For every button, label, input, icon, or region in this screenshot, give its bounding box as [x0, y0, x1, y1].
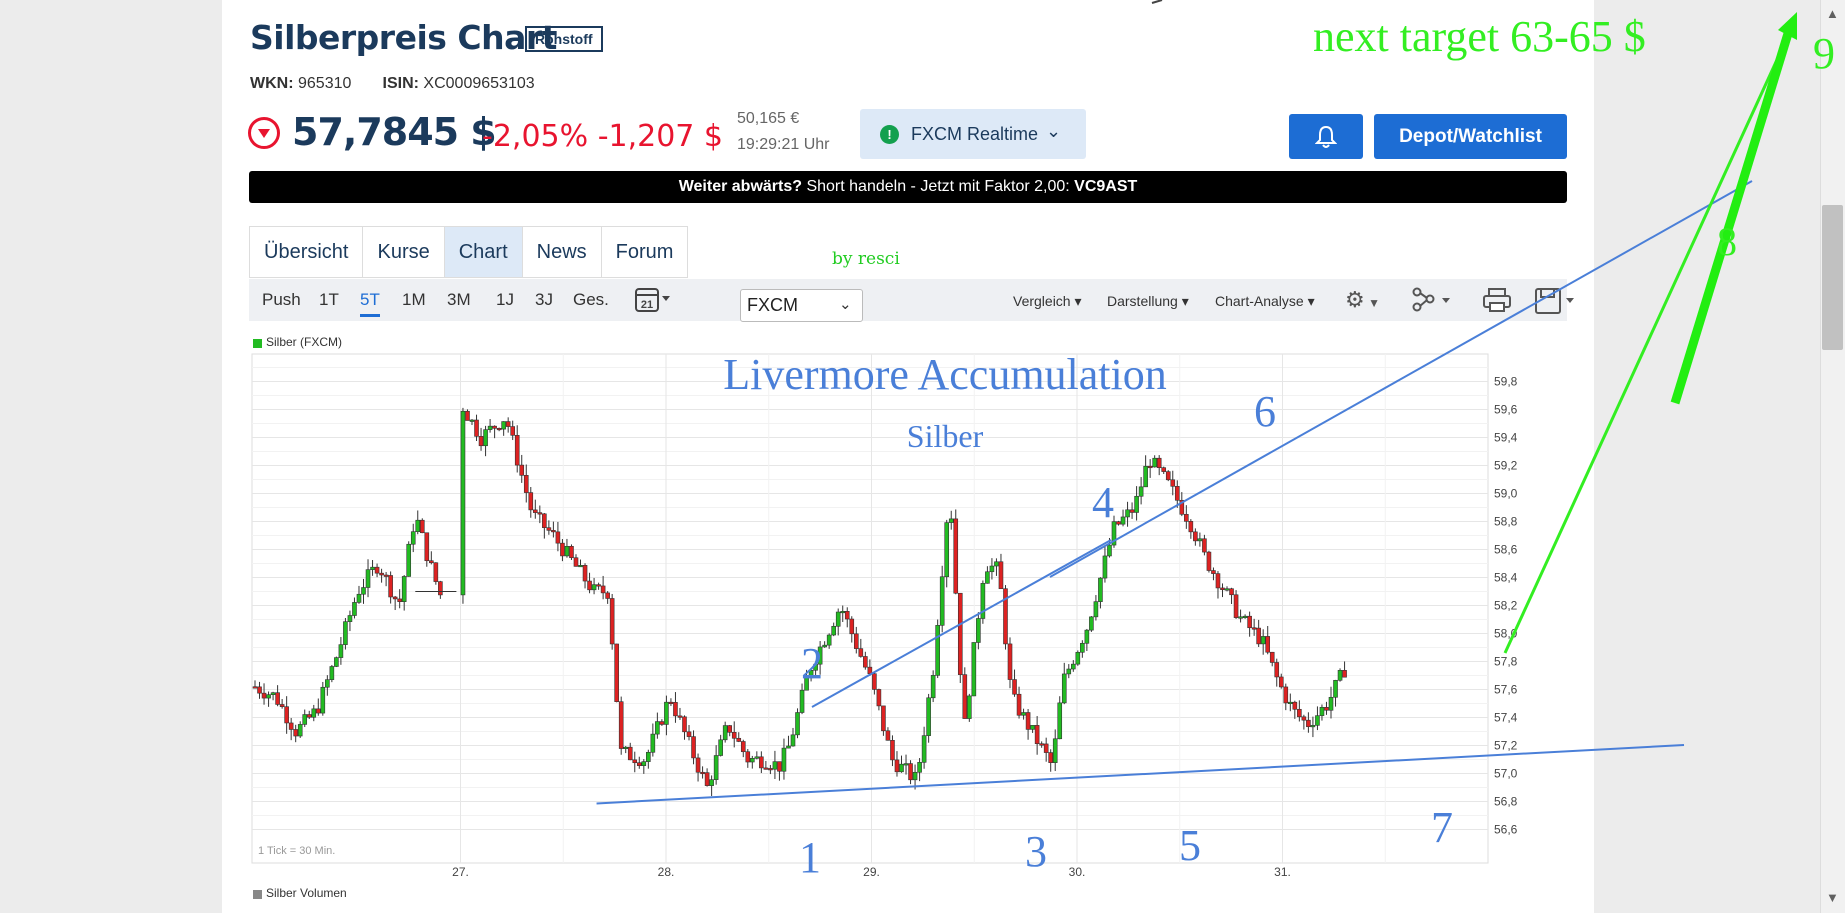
volume-legend: Silber Volumen: [266, 886, 347, 900]
banner-text: Short handeln - Jetzt mit Faktor 2,00:: [802, 178, 1075, 195]
tab-bar: Übersicht Kurse Chart News Forum: [249, 226, 689, 278]
period-1t[interactable]: 1T: [319, 290, 339, 310]
exchange-select[interactable]: FXCM ⌄: [740, 289, 863, 322]
down-circle-icon: [248, 117, 280, 149]
source-selector[interactable]: ! FXCM Realtime ⌄: [860, 109, 1086, 159]
page-margin-left: [0, 0, 222, 913]
period-ges[interactable]: Ges.: [573, 290, 609, 310]
scrollbar[interactable]: [1820, 0, 1845, 913]
chevron-down-icon: ⌄: [1046, 121, 1062, 141]
period-push[interactable]: Push: [262, 290, 301, 310]
chart-toolbar: Push 1T 5T 1M 3M 1J 3J Ges. 21 Vergleich…: [249, 279, 1574, 321]
chart-analyse-label: Chart-Analyse: [1215, 293, 1304, 309]
exchange-value: FXCM: [747, 295, 798, 315]
period-3m[interactable]: 3M: [447, 290, 471, 310]
bell-icon: [1314, 125, 1338, 148]
change-percent: -2,05%: [482, 119, 589, 154]
tab-news[interactable]: News: [523, 227, 602, 277]
scroll-up-icon[interactable]: ▲: [1826, 6, 1839, 21]
category-badge[interactable]: Rohstoff: [525, 26, 603, 52]
period-1m[interactable]: 1M: [402, 290, 426, 310]
scrollbar-thumb[interactable]: [1822, 205, 1843, 350]
source-label: FXCM Realtime: [911, 124, 1039, 144]
darstellung-label: Darstellung: [1107, 293, 1178, 309]
calendar-icon[interactable]: 21: [634, 285, 672, 319]
eur-price: 50,165 €: [737, 110, 800, 127]
eur-price-block: 50,165 € 19:29:21 Uhr: [737, 106, 830, 158]
calendar-day: 21: [641, 299, 653, 311]
identifiers: WKN: 965310 ISIN: XC0009653103: [250, 75, 535, 93]
series-legend: Silber (FXCM): [266, 335, 343, 349]
page-title: Silberpreis Chart: [250, 18, 557, 57]
chevron-down-icon: ⌄: [839, 296, 852, 313]
period-5t[interactable]: 5T: [360, 290, 380, 317]
network-icon[interactable]: [1412, 287, 1456, 319]
banner-code: VC9AST: [1074, 178, 1138, 195]
tab-chart[interactable]: Chart: [444, 227, 523, 277]
wkn-value: 965310: [298, 75, 352, 92]
depot-watchlist-button[interactable]: Depot/Watchlist: [1374, 114, 1567, 159]
banner-prefix: Weiter abwärts?: [678, 178, 803, 195]
tab-forum[interactable]: Forum: [602, 227, 688, 277]
promo-banner[interactable]: Weiter abwärts? Short handeln - Jetzt mi…: [249, 171, 1567, 203]
wkn-label: WKN:: [250, 75, 294, 92]
print-icon[interactable]: [1482, 287, 1512, 319]
gear-icon[interactable]: ⚙ ▼: [1345, 287, 1380, 313]
price-change: -2,05% -1,207 $: [482, 119, 723, 154]
save-icon[interactable]: [1534, 287, 1578, 321]
period-1j[interactable]: 1J: [496, 290, 514, 310]
isin-label: ISIN:: [382, 75, 419, 92]
main-content: Silberpreis Chart Rohstoff WKN: 965310 I…: [222, 0, 1594, 913]
vergleich-dropdown[interactable]: Vergleich ▾: [1013, 293, 1082, 310]
alert-button[interactable]: [1289, 114, 1363, 159]
isin-value: XC0009653103: [423, 75, 535, 92]
scroll-down-icon[interactable]: ▼: [1826, 890, 1839, 905]
page-margin-right: [1594, 0, 1820, 913]
period-3j[interactable]: 3J: [535, 290, 553, 310]
chart-analyse-dropdown[interactable]: Chart-Analyse ▾: [1215, 293, 1315, 310]
series-color-swatch: [253, 339, 262, 348]
quote-time: 19:29:21 Uhr: [737, 136, 830, 153]
realtime-icon: !: [880, 125, 899, 144]
change-absolute: -1,207 $: [597, 119, 724, 154]
vergleich-label: Vergleich: [1013, 293, 1071, 309]
current-price: 57,7845 $: [292, 110, 497, 154]
darstellung-dropdown[interactable]: Darstellung ▾: [1107, 293, 1189, 310]
volume-color-swatch: [253, 890, 262, 899]
tab-uebersicht[interactable]: Übersicht: [250, 227, 364, 277]
tab-kurse[interactable]: Kurse: [363, 227, 445, 277]
byline-annotation: by resci: [832, 249, 900, 269]
